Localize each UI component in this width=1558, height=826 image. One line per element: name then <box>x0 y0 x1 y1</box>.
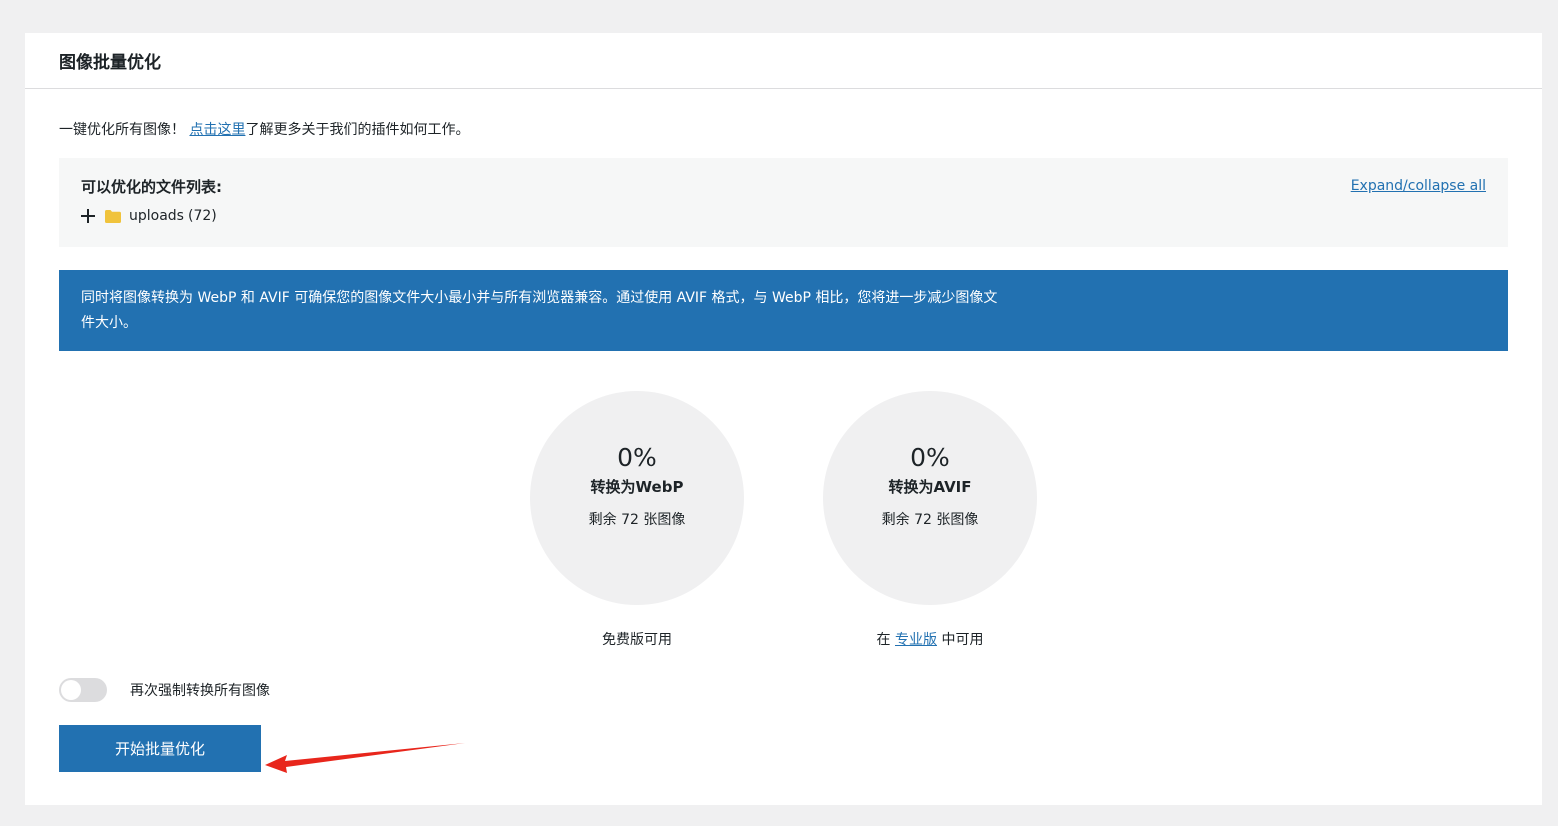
intro-suffix: 了解更多关于我们的插件如何工作。 <box>245 122 470 138</box>
avif-note-prefix: 在 <box>876 632 891 648</box>
red-arrow-annotation <box>265 743 465 773</box>
webp-title: 转换为WebP <box>590 478 684 496</box>
force-convert-label: 再次强制转换所有图像 <box>130 683 270 699</box>
force-convert-toggle[interactable] <box>59 678 107 702</box>
avif-availability-note: 在 专业版 中可用 <box>823 629 1037 649</box>
start-bulk-optimization-button[interactable]: 开始批量优化 <box>59 725 261 772</box>
plus-icon[interactable] <box>81 209 95 223</box>
learn-more-link[interactable]: 点击这里 <box>189 122 245 138</box>
webp-percent: 0% <box>617 443 657 472</box>
avif-title: 转换为AVIF <box>888 478 972 496</box>
avif-percent: 0% <box>910 443 950 472</box>
toggle-knob <box>61 680 81 700</box>
file-list-title: 可以优化的文件列表: <box>81 178 222 196</box>
folder-icon <box>105 209 121 223</box>
avif-note-suffix: 中可用 <box>941 632 984 648</box>
notice-text: 同时将图像转换为 WebP 和 AVIF 可确保您的图像文件大小最小并与所有浏览… <box>81 290 998 331</box>
panel-header: 图像批量优化 <box>25 33 1542 89</box>
bulk-optimization-panel: 图像批量优化 一键优化所有图像！ 点击这里了解更多关于我们的插件如何工作。 可以… <box>25 33 1542 805</box>
webp-progress-circle: 0% 转换为WebP 剩余 72 张图像 <box>530 391 744 605</box>
intro-prefix: 一键优化所有图像！ <box>59 122 185 138</box>
intro-text: 一键优化所有图像！ 点击这里了解更多关于我们的插件如何工作。 <box>59 119 469 139</box>
pro-version-link[interactable]: 专业版 <box>895 632 937 648</box>
page-title: 图像批量优化 <box>59 53 161 73</box>
folder-count: (72) <box>187 208 217 224</box>
folder-name: uploads <box>129 208 184 224</box>
file-list-box: 可以优化的文件列表: Expand/collapse all uploads (… <box>59 158 1508 247</box>
force-convert-row: 再次强制转换所有图像 <box>59 678 270 702</box>
folder-tree-item[interactable]: uploads (72) <box>81 208 217 224</box>
webp-remaining: 剩余 72 张图像 <box>588 512 686 528</box>
expand-collapse-all-link[interactable]: Expand/collapse all <box>1351 178 1486 194</box>
avif-remaining: 剩余 72 张图像 <box>881 512 979 528</box>
info-notice: 同时将图像转换为 WebP 和 AVIF 可确保您的图像文件大小最小并与所有浏览… <box>59 270 1508 351</box>
avif-progress-circle: 0% 转换为AVIF 剩余 72 张图像 <box>823 391 1037 605</box>
webp-availability-note: 免费版可用 <box>602 632 672 648</box>
